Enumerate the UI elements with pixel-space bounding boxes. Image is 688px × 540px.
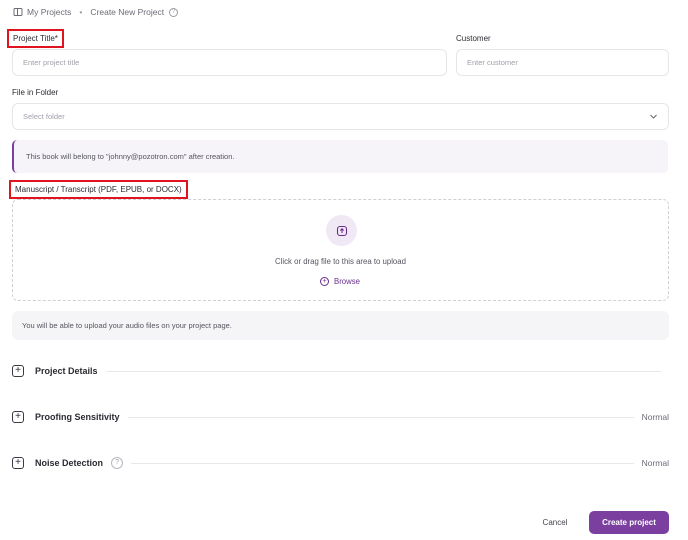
cancel-button[interactable]: Cancel [530, 512, 580, 532]
breadcrumb-separator: • [79, 7, 83, 17]
expand-icon[interactable]: + [12, 457, 24, 469]
section-title: Proofing Sensitivity [35, 412, 120, 422]
breadcrumb-my-projects[interactable]: My Projects [27, 7, 71, 17]
browse-button[interactable]: + Browse [320, 277, 360, 286]
help-icon[interactable]: ? [169, 7, 179, 17]
project-title-label: Project Title* [7, 29, 64, 48]
customer-label: Customer [456, 34, 491, 43]
customer-input[interactable]: Enter customer [456, 49, 669, 76]
create-project-page: My Projects • Create New Project ? Proje… [0, 0, 688, 540]
chevron-down-icon [649, 112, 658, 121]
divider [105, 370, 661, 372]
audio-info-text: You will be able to upload your audio fi… [22, 321, 232, 330]
divider [127, 416, 634, 418]
divider [131, 462, 634, 464]
section-proofing-sensitivity[interactable]: + Proofing Sensitivity Normal [12, 410, 669, 424]
plus-circle-icon: + [320, 277, 329, 286]
section-project-details[interactable]: + Project Details [12, 364, 669, 378]
section-title: Project Details [35, 366, 98, 376]
expand-icon[interactable]: + [12, 365, 24, 377]
dropzone-text: Click or drag file to this area to uploa… [275, 257, 406, 266]
upload-dropzone[interactable]: Click or drag file to this area to uploa… [12, 199, 669, 301]
breadcrumb: My Projects • Create New Project ? [13, 5, 179, 19]
browse-label: Browse [334, 277, 360, 286]
section-noise-detection[interactable]: + Noise Detection ? Normal [12, 456, 669, 470]
help-icon[interactable]: ? [111, 457, 124, 469]
folder-select-placeholder: Select folder [23, 112, 65, 121]
create-project-button[interactable]: Create project [589, 511, 669, 534]
ownership-notice: This book will belong to "johnny@pozotro… [12, 140, 668, 173]
breadcrumb-current: Create New Project [90, 7, 165, 17]
manuscript-label: Manuscript / Transcript (PDF, EPUB, or D… [9, 180, 188, 199]
audio-info: You will be able to upload your audio fi… [12, 311, 669, 340]
section-title: Noise Detection [35, 458, 104, 468]
folder-icon [13, 7, 23, 17]
section-value: Normal [641, 458, 669, 468]
project-title-input[interactable]: Enter project title [12, 49, 447, 76]
ownership-notice-text: This book will belong to "johnny@pozotro… [26, 152, 235, 161]
folder-label: File in Folder [12, 88, 59, 97]
section-value: Normal [641, 412, 669, 422]
upload-icon [326, 215, 357, 246]
folder-select[interactable]: Select folder [12, 103, 669, 130]
expand-icon[interactable]: + [12, 411, 24, 423]
